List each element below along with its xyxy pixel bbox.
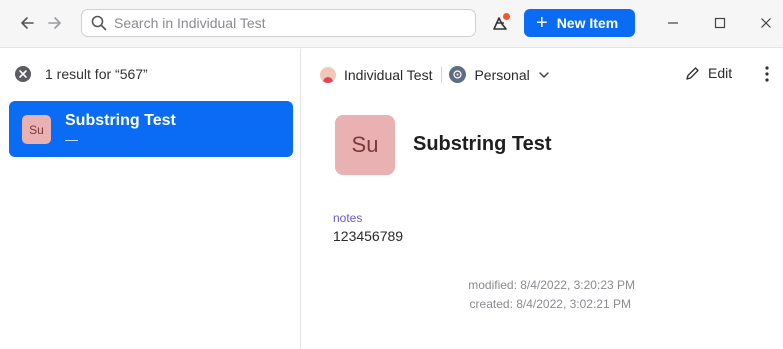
clear-search-icon[interactable] (14, 65, 32, 83)
maximize-icon (714, 17, 726, 29)
search-bar[interactable] (81, 9, 476, 37)
new-item-button[interactable]: + New Item (524, 9, 635, 37)
search-input[interactable] (114, 15, 464, 31)
field-value[interactable]: 123456789 (333, 228, 403, 244)
created-timestamp: created: 8/4/2022, 3:02:21 PM (469, 297, 631, 311)
item-subtitle: — (65, 132, 78, 147)
detail-header: Individual Test Personal Edit (301, 49, 783, 99)
edit-button[interactable]: Edit (685, 65, 732, 81)
arrow-right-icon (48, 17, 61, 29)
more-vertical-icon[interactable] (763, 65, 771, 83)
field-label: notes (333, 211, 363, 225)
item-detail-title: Substring Test (413, 133, 552, 155)
item-avatar: Su (22, 115, 51, 144)
arrow-left-icon (21, 17, 34, 29)
account-name: Individual Test (344, 66, 433, 83)
chevron-down-icon (538, 71, 549, 78)
search-results-header: 1 result for “567” (0, 49, 300, 99)
minimize-button[interactable] (664, 14, 682, 32)
notification-dot (503, 13, 510, 20)
top-toolbar: + New Item (0, 0, 783, 48)
results-count: 1 result for “567” (45, 66, 148, 82)
vault-name: Personal (474, 66, 530, 83)
vault-icon (449, 66, 467, 83)
pencil-icon (686, 66, 699, 80)
forward-button[interactable] (45, 13, 65, 33)
divider (441, 66, 443, 83)
owner-avatar (320, 66, 336, 83)
plus-icon: + (536, 12, 548, 34)
list-item[interactable]: Su Substring Test — (9, 101, 293, 157)
edit-label: Edit (708, 65, 733, 81)
item-icon: Su (335, 115, 395, 175)
back-button[interactable] (17, 13, 37, 33)
minimize-icon (668, 22, 678, 24)
maximize-button[interactable] (711, 14, 729, 32)
close-window-button[interactable] (757, 14, 775, 32)
modified-timestamp: modified: 8/4/2022, 3:20:23 PM (468, 278, 635, 292)
item-list-pane: 1 result for “567” Su Substring Test — (0, 49, 301, 349)
vault-selector[interactable]: Individual Test Personal (320, 66, 550, 83)
close-icon (761, 18, 771, 28)
search-icon (90, 14, 108, 32)
watchtower-button[interactable] (489, 12, 511, 34)
new-item-label: New Item (556, 15, 619, 31)
item-title: Substring Test (65, 112, 176, 129)
